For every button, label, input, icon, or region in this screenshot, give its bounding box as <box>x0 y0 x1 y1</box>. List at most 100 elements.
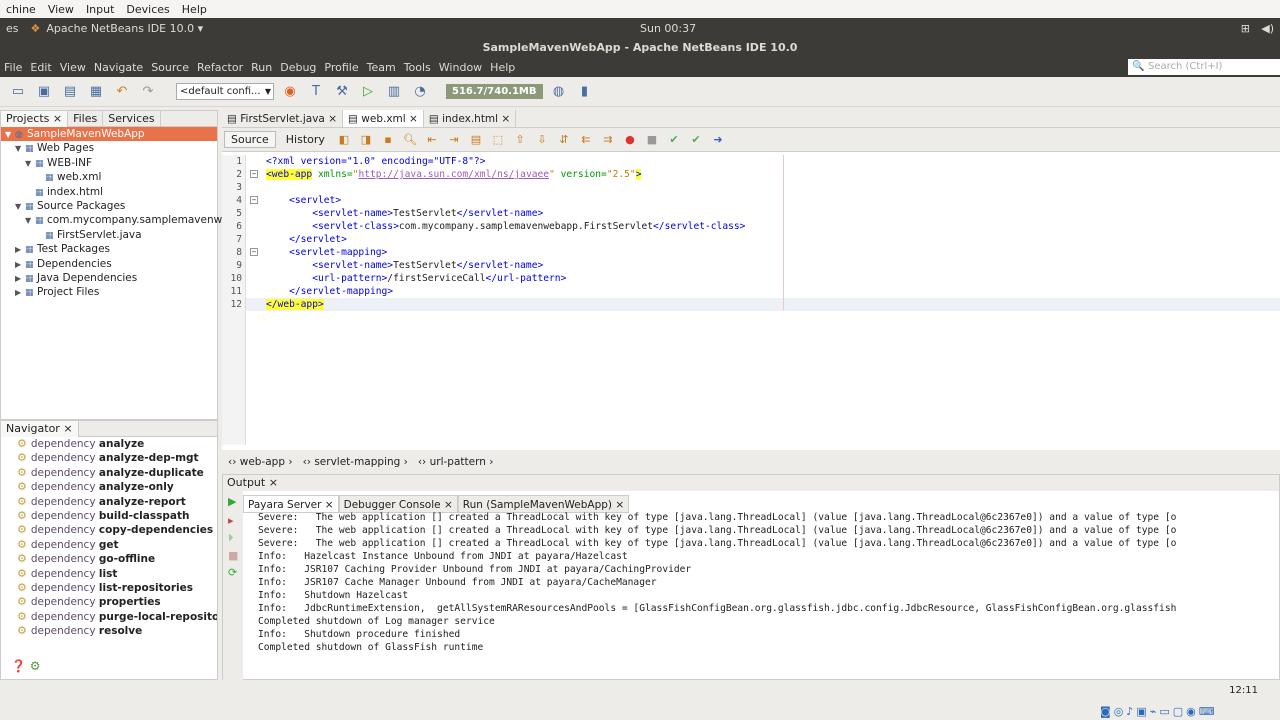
tree-item[interactable]: ▶ ▦ Test Packages <box>1 242 217 256</box>
panel-clock[interactable]: Sun 00:37 <box>640 22 696 35</box>
history-mode-button[interactable]: History <box>280 133 331 146</box>
expand-arrow-icon[interactable]: ▶ <box>15 272 25 286</box>
navigator-item[interactable]: ⚙dependency purge-local-repository <box>1 610 217 624</box>
tree-item[interactable]: ▶ ▦ Project Files <box>1 285 217 299</box>
tree-item[interactable]: ▼ ◍ SampleMavenWebApp <box>1 127 217 142</box>
configuration-select[interactable]: <default confi... ▼ <box>176 83 274 100</box>
navigator-tab[interactable]: Navigator × <box>1 420 79 437</box>
display-icon[interactable]: ▢ <box>1173 705 1183 718</box>
menu-source[interactable]: Source <box>147 61 193 74</box>
navigator-item[interactable]: ⚙ dependency analyze <box>1 437 217 451</box>
network-adapter-icon[interactable]: ▣ <box>1136 705 1146 718</box>
menu-tools[interactable]: Tools <box>400 61 435 74</box>
menu-refactor[interactable]: Refactor <box>193 61 247 74</box>
editor-tab[interactable]: ▤ web.xml × <box>343 110 424 127</box>
output-tab[interactable]: Output × <box>227 476 278 489</box>
tree-item[interactable]: ▼ ▦ Source Packages <box>1 199 217 213</box>
expand-arrow-icon[interactable]: ▼ <box>5 128 15 142</box>
tree-item[interactable]: ▦ index.html <box>1 185 217 199</box>
code-editor[interactable]: 1 <?xml version="1.0" encoding="UTF-8"?> 2… <box>222 155 1280 445</box>
menu-view[interactable]: View <box>56 61 90 74</box>
open-project-icon[interactable]: ▤ <box>60 83 80 101</box>
memory-indicator[interactable]: 516.7/740.1MB <box>446 84 543 99</box>
navigator-item[interactable]: ⚙ dependency build-classpath <box>1 509 217 523</box>
menu-navigate[interactable]: Navigate <box>90 61 147 74</box>
xsl-transform-icon[interactable]: ➜ <box>709 133 727 146</box>
settings-gear-icon[interactable]: ⚙ <box>30 659 41 673</box>
tree-item[interactable]: ▦ FirstServlet.java <box>1 228 217 242</box>
navigator-item[interactable]: ⚙ dependency analyze-dep-mgt <box>1 451 217 465</box>
run-icon[interactable]: ▷ <box>358 83 378 101</box>
profile-icon[interactable]: ◔ <box>410 83 430 101</box>
tree-item[interactable]: ▼ ▦ WEB-INF <box>1 156 217 170</box>
clean-build-icon[interactable]: ⚒ <box>332 83 352 101</box>
tab-files[interactable]: Files <box>68 110 104 127</box>
resume-icon[interactable]: ⏵ <box>223 529 243 547</box>
tree-item[interactable]: ▦ web.xml <box>1 170 217 184</box>
validate-xml-icon[interactable]: ✔ <box>687 133 705 146</box>
tab-services[interactable]: Services <box>103 110 161 127</box>
menu-help[interactable]: Help <box>486 61 519 74</box>
panel-app-menu[interactable]: Apache NetBeans IDE 10.0 ▾ <box>46 22 203 35</box>
menu-file[interactable]: File <box>0 61 26 74</box>
refresh-icon[interactable]: ⟳ <box>223 564 243 581</box>
navigator-item[interactable]: ⚙ dependency analyze-report <box>1 495 217 509</box>
disk-icon[interactable]: ◙ <box>1100 705 1111 718</box>
volume-icon[interactable]: ◀) <box>1261 22 1274 35</box>
stop-macro-icon[interactable]: ■ <box>643 133 661 146</box>
editor-tab[interactable]: ▤ index.html × <box>424 110 517 127</box>
build-icon[interactable]: T <box>306 83 326 101</box>
navigator-item[interactable]: ⚙ dependency properties <box>1 595 217 609</box>
pause-icon[interactable]: ▮ <box>575 83 595 101</box>
navigator-item[interactable]: ⚙ dependency resolve <box>1 624 217 638</box>
menu-run[interactable]: Run <box>247 61 276 74</box>
fold-icon[interactable]: − <box>250 248 258 256</box>
navigator-item[interactable]: ⚙ dependency list-repositories <box>1 581 217 595</box>
back-icon[interactable]: ◨ <box>357 133 375 146</box>
source-mode-button[interactable]: Source <box>224 131 276 148</box>
expand-arrow-icon[interactable]: ▶ <box>15 243 25 257</box>
breadcrumb-item[interactable]: ‹› web-app › <box>228 456 293 468</box>
find-icon[interactable]: 🔍︎ <box>401 133 419 146</box>
shift-left-icon[interactable]: ⇇ <box>577 133 595 146</box>
find-next-icon[interactable]: ⇥ <box>445 133 463 146</box>
editor-tab[interactable]: ▤ FirstServlet.java × <box>222 110 343 127</box>
panel-left-text[interactable]: es <box>0 22 25 35</box>
rect-select-icon[interactable]: ⬚ <box>489 133 507 146</box>
menu-debug[interactable]: Debug <box>276 61 320 74</box>
breadcrumb-item[interactable]: ‹› servlet-mapping › <box>303 456 408 468</box>
next-bookmark-icon[interactable]: ⇩ <box>533 133 551 146</box>
fold-icon[interactable]: − <box>250 196 258 204</box>
stop-icon[interactable]: ■ <box>223 547 243 564</box>
check-xml-icon[interactable]: ✔ <box>665 133 683 146</box>
audio-icon[interactable]: ♪ <box>1126 705 1133 718</box>
menu-team[interactable]: Team <box>363 61 400 74</box>
help-icon[interactable]: ❓ <box>11 659 26 673</box>
tree-item[interactable]: ▶ ▦ Java Dependencies <box>1 271 217 285</box>
navigator-item[interactable]: ⚙ dependency analyze-duplicate <box>1 466 217 480</box>
gc-icon[interactable]: ◍ <box>549 83 569 101</box>
network-icon[interactable]: ⊞ <box>1241 22 1250 35</box>
debug-icon[interactable]: ▥ <box>384 83 404 101</box>
forward-icon[interactable]: ▪ <box>379 133 397 146</box>
toggle-bookmark-icon[interactable]: ⇵ <box>555 133 573 146</box>
new-file-icon[interactable]: ▭ <box>8 83 28 101</box>
find-previous-icon[interactable]: ⇤ <box>423 133 441 146</box>
expand-arrow-icon[interactable]: ▼ <box>25 214 35 228</box>
vbox-menu-4[interactable]: Help <box>176 3 213 16</box>
expand-arrow-icon[interactable]: ▶ <box>15 286 25 300</box>
vbox-menu-1[interactable]: View <box>42 3 80 16</box>
optical-icon[interactable]: ◎ <box>1114 705 1124 718</box>
undo-icon[interactable]: ↶ <box>112 83 132 101</box>
navigator-item[interactable]: ⚙ dependency copy-dependencies <box>1 523 217 537</box>
output-console[interactable]: Severe: The web application [] created a… <box>258 511 1278 654</box>
toggle-highlight-icon[interactable]: ▤ <box>467 133 485 146</box>
menu-edit[interactable]: Edit <box>26 61 55 74</box>
tree-item[interactable]: ▼ ▦ com.mycompany.samplemavenwebapp <box>1 213 255 228</box>
menu-window[interactable]: Window <box>435 61 486 74</box>
search-input[interactable]: 🔍 Search (Ctrl+I) <box>1128 59 1280 75</box>
last-edit-icon[interactable]: ◧ <box>335 133 353 146</box>
close-project-icon[interactable]: ▦ <box>86 83 106 101</box>
vbox-menu-2[interactable]: Input <box>80 3 120 16</box>
expand-arrow-icon[interactable]: ▼ <box>15 200 25 214</box>
